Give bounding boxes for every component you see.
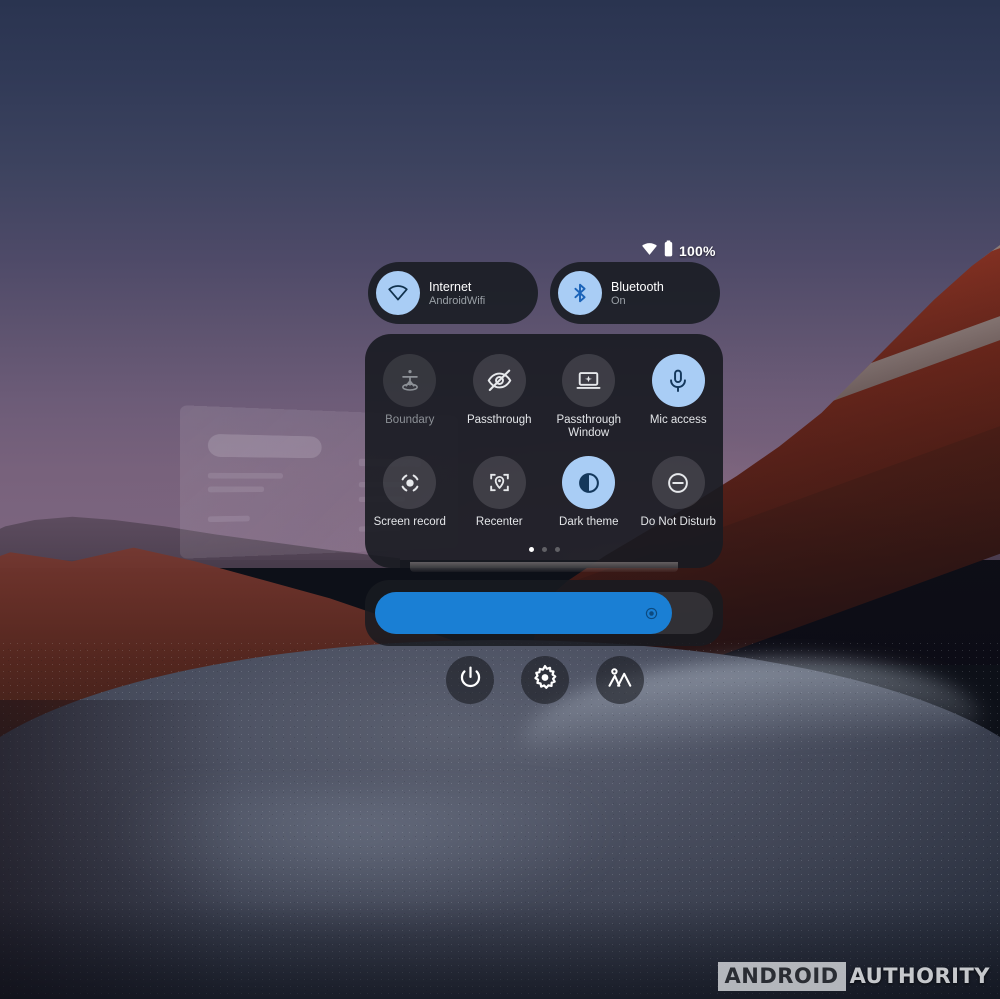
qs-tile-boundary[interactable]: Boundary bbox=[365, 346, 455, 440]
wifi-icon bbox=[641, 240, 658, 262]
power-icon bbox=[457, 664, 484, 696]
qs-label-passthrough: Passthrough bbox=[466, 414, 532, 426]
qs-tile-passthrough-window[interactable]: Passthrough Window bbox=[544, 346, 634, 440]
qs-tile-dark-theme[interactable]: Dark theme bbox=[544, 448, 634, 529]
qs-tile-do-not-disturb[interactable]: Do Not Disturb bbox=[634, 448, 724, 529]
person-mountain-icon bbox=[606, 664, 634, 697]
contrast-half-icon bbox=[562, 456, 616, 509]
qs-tile-recenter[interactable]: Recenter bbox=[455, 448, 545, 529]
quick-settings-panel: Boundary Passthrough Passthrough Window … bbox=[365, 334, 723, 568]
watermark-brand-second: AUTHORITY bbox=[849, 964, 990, 988]
qs-tile-passthrough[interactable]: Passthrough bbox=[455, 346, 545, 440]
battery-full-icon bbox=[662, 240, 675, 262]
boundary-person-icon bbox=[383, 354, 437, 407]
qs-label-dark-theme: Dark theme bbox=[559, 516, 619, 528]
qs-label-screen-record: Screen record bbox=[373, 516, 446, 528]
minus-circle-icon bbox=[651, 456, 705, 509]
quick-settings-grid: Boundary Passthrough Passthrough Window … bbox=[365, 346, 723, 529]
qs-label-recenter: Recenter bbox=[475, 516, 523, 528]
brightness-slider-card bbox=[365, 580, 723, 646]
ghost-search-field bbox=[207, 433, 322, 459]
watermark: ANDROID AUTHORITY bbox=[717, 962, 992, 991]
recenter-pin-icon bbox=[472, 456, 526, 509]
ghost-text-line bbox=[207, 486, 265, 493]
bottom-action-bar bbox=[446, 656, 644, 704]
ghost-text-line bbox=[207, 472, 283, 479]
bluetooth-icon bbox=[558, 271, 602, 315]
qs-label-passthrough-window: Passthrough Window bbox=[556, 414, 622, 439]
settings-button[interactable] bbox=[521, 656, 569, 704]
status-bar: 100% bbox=[641, 240, 716, 262]
page-dot-2[interactable] bbox=[541, 547, 547, 552]
watermark-brand-first: ANDROID bbox=[717, 962, 846, 991]
screen-record-icon bbox=[383, 456, 437, 509]
gear-icon bbox=[531, 664, 559, 697]
qs-label-do-not-disturb: Do Not Disturb bbox=[640, 516, 716, 528]
eye-off-icon bbox=[472, 354, 526, 407]
laptop-sparkle-icon bbox=[562, 354, 616, 407]
bluetooth-tile-subtitle: On bbox=[611, 294, 626, 307]
bluetooth-tile[interactable]: Bluetooth On bbox=[550, 262, 720, 324]
internet-tile[interactable]: Internet AndroidWifi bbox=[368, 262, 538, 324]
vr-home-environment: 100% Internet AndroidWifi Bluetooth On B… bbox=[0, 0, 1000, 999]
wifi-icon bbox=[376, 271, 420, 315]
qs-tile-mic-access[interactable]: Mic access bbox=[634, 346, 724, 440]
page-indicator bbox=[365, 547, 723, 552]
ghost-text-line bbox=[207, 515, 250, 523]
brightness-slider-fill[interactable] bbox=[375, 592, 672, 634]
internet-tile-title: Internet bbox=[429, 279, 472, 294]
internet-tile-subtitle: AndroidWifi bbox=[429, 294, 486, 307]
brightness-icon bbox=[643, 605, 660, 622]
microphone-icon bbox=[651, 354, 705, 407]
power-button[interactable] bbox=[446, 656, 494, 704]
page-dot-1[interactable] bbox=[528, 547, 534, 552]
panel-bottom-rim bbox=[410, 562, 678, 572]
connectivity-tiles: Internet AndroidWifi Bluetooth On bbox=[368, 262, 720, 324]
qs-tile-screen-record[interactable]: Screen record bbox=[365, 448, 455, 529]
qs-label-boundary: Boundary bbox=[385, 414, 435, 426]
page-dot-3[interactable] bbox=[554, 547, 560, 552]
environments-button[interactable] bbox=[596, 656, 644, 704]
bluetooth-tile-title: Bluetooth bbox=[611, 279, 664, 294]
battery-percent-label: 100% bbox=[679, 243, 716, 259]
qs-label-mic-access: Mic access bbox=[649, 414, 707, 426]
